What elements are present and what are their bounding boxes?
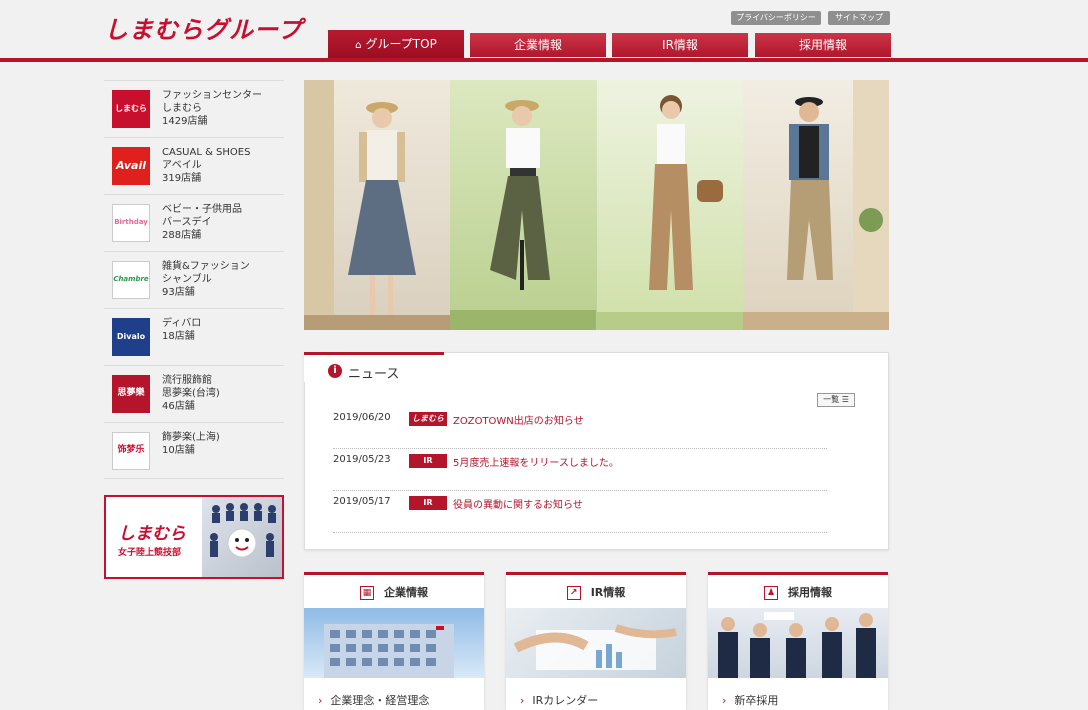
home-icon: ⌂ [355, 40, 362, 51]
sidebar-item-shanghai[interactable]: 饰梦乐 飾夢楽(上海) 10店舗 [104, 422, 284, 479]
divalo-logo: Divalo [112, 318, 150, 356]
sidebar: しまむら ファッションセンター しまむら 1429店舗 Avail CASUAL &… [104, 80, 284, 479]
sidebar-item-divalo[interactable]: Divalo ディバロ 18店舗 [104, 308, 284, 365]
news-link[interactable]: 5月度売上速報をリリースしました。 [453, 454, 619, 469]
news-header: i ニュース [304, 352, 444, 382]
ir-photo [506, 608, 686, 678]
tab-recruit[interactable]: 採用情報 [755, 33, 891, 57]
tab-ir[interactable]: IR情報 [612, 33, 748, 57]
news-panel: i ニュース 一覧 ☰ 2019/06/20 しまむら ZOZOTOWN出店のお… [304, 352, 889, 550]
recruit-photo [708, 608, 888, 678]
sitemap-link[interactable]: サイトマップ [828, 11, 890, 25]
site-logo[interactable]: しまむらグループ [104, 10, 303, 45]
shimamura-logo: しまむら [112, 90, 150, 128]
news-row: 2019/06/20 しまむら ZOZOTOWN出店のお知らせ [333, 407, 827, 449]
sidebar-item-shimamura[interactable]: しまむら ファッションセンター しまむら 1429店舗 [104, 80, 284, 137]
header-divider [0, 58, 1088, 62]
track-team-banner[interactable]: しまむら 女子陸上競技部 [104, 495, 284, 579]
card-link-corporate[interactable]: › 企業理念・経営理念 [318, 692, 429, 708]
team-photo [202, 497, 282, 577]
birthday-logo: Birthday [112, 204, 150, 242]
card-link-recruit[interactable]: › 新卒採用 [722, 692, 778, 708]
tab-corporate[interactable]: 企業情報 [470, 33, 606, 57]
chevron-right-icon: › [520, 694, 525, 707]
simple-life-logo: 思夢樂 [112, 375, 150, 413]
hero-panel-4 [742, 80, 889, 330]
news-list-button[interactable]: 一覧 ☰ [817, 393, 855, 407]
news-row: 2019/05/17 IR 役員の異動に関するお知らせ [333, 491, 827, 533]
news-tag: IR [409, 454, 447, 468]
sidebar-item-avail[interactable]: Avail CASUAL & SHOES アベイル 319店舗 [104, 137, 284, 194]
sidebar-item-chambre[interactable]: Chambre 雑貨&ファッション シャンブル 93店舗 [104, 251, 284, 308]
hero-image[interactable] [304, 80, 889, 330]
building-icon: ▦ [360, 586, 374, 600]
news-tag: しまむら [409, 412, 447, 426]
person-icon: ♟ [764, 586, 778, 600]
shanghai-logo: 饰梦乐 [112, 432, 150, 470]
tab-group-top[interactable]: ⌂ グループTOP [328, 30, 464, 58]
news-link[interactable]: 役員の異動に関するお知らせ [453, 496, 583, 511]
sidebar-item-birthday[interactable]: Birthday ベビー・子供用品 バースデイ 288店舗 [104, 194, 284, 251]
news-row: 2019/05/23 IR 5月度売上速報をリリースしました。 [333, 449, 827, 491]
list-icon: ☰ [841, 395, 849, 404]
sidebar-item-simple-life[interactable]: 思夢樂 流行服飾館 思夢楽(台湾) 46店舗 [104, 365, 284, 422]
chevron-right-icon: › [722, 694, 727, 707]
card-ir[interactable]: ↗ IR情報 › IRカレンダー [506, 572, 686, 710]
card-link-ir[interactable]: › IRカレンダー [520, 692, 598, 708]
hero-panel-1 [304, 80, 451, 330]
info-icon: i [328, 364, 342, 378]
news-title: ニュース [348, 367, 400, 382]
chambre-logo: Chambre [112, 261, 150, 299]
chevron-right-icon: › [318, 694, 323, 707]
news-link[interactable]: ZOZOTOWN出店のお知らせ [453, 412, 584, 427]
hero-panel-2 [450, 80, 597, 330]
avail-logo: Avail [112, 147, 150, 185]
card-recruit[interactable]: ♟ 採用情報 › 新卒採用 [708, 572, 888, 710]
corporate-photo [304, 608, 484, 678]
news-tag: IR [409, 496, 447, 510]
hero-panel-3 [596, 80, 743, 330]
card-corporate[interactable]: ▦ 企業情報 › 企業理念・経営理念 [304, 572, 484, 710]
chart-icon: ↗ [566, 586, 581, 600]
privacy-policy-link[interactable]: プライバシーポリシー [731, 11, 821, 25]
